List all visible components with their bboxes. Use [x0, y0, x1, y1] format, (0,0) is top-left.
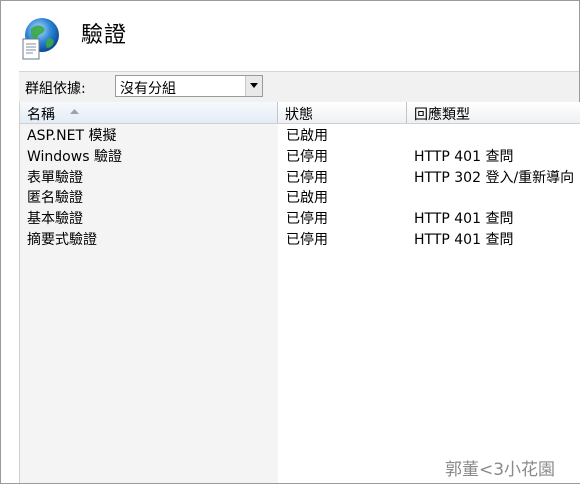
item-name: 匿名驗證 — [27, 190, 83, 207]
group-by-value: 沒有分組 — [120, 81, 176, 97]
item-response-type: HTTP 401 查問 — [414, 148, 514, 165]
list-item[interactable]: ASP.NET 模擬 已啟用 — [20, 124, 580, 145]
column-header-name[interactable]: 名稱 — [20, 102, 278, 123]
item-name: ASP.NET 模擬 — [27, 128, 117, 144]
page-title: 驗證 — [81, 23, 128, 48]
item-status: 已停用 — [286, 148, 328, 165]
column-header-response-label: 回應類型 — [414, 107, 470, 123]
item-name: 摘要式驗證 — [27, 231, 97, 248]
watermark-text: 郭董<3小花園 — [445, 460, 556, 480]
authentication-list[interactable]: 名稱 狀態 回應類型 ASP.NET 模擬 已啟用 Windows 驗證 已停用… — [19, 102, 580, 483]
list-item[interactable]: 匿名驗證 已啟用 — [20, 186, 580, 207]
page-header: 驗證 — [1, 1, 579, 67]
list-rows: ASP.NET 模擬 已啟用 Windows 驗證 已停用 HTTP 401 查… — [20, 124, 580, 249]
item-name: Windows 驗證 — [27, 148, 122, 165]
list-item[interactable]: 摘要式驗證 已停用 HTTP 401 查問 — [20, 228, 580, 249]
item-name: 基本驗證 — [27, 211, 83, 228]
column-header-status[interactable]: 狀態 — [278, 102, 407, 123]
list-item[interactable]: 基本驗證 已停用 HTTP 401 查問 — [20, 207, 580, 228]
globe-document-icon — [17, 15, 63, 61]
column-header-name-label: 名稱 — [27, 107, 55, 123]
group-by-label: 群組依據: — [25, 81, 86, 97]
item-status: 已停用 — [286, 231, 328, 248]
chevron-down-icon[interactable] — [245, 76, 262, 96]
item-response-type: HTTP 302 登入/重新導向 — [414, 169, 575, 186]
item-response-type: HTTP 401 查問 — [414, 211, 514, 228]
column-header-status-label: 狀態 — [285, 107, 313, 123]
item-status: 已停用 — [286, 211, 328, 228]
list-item[interactable]: 表單驗證 已停用 HTTP 302 登入/重新導向 — [20, 166, 580, 187]
column-header-response-type[interactable]: 回應類型 — [407, 102, 580, 123]
group-by-dropdown[interactable]: 沒有分組 — [115, 75, 263, 97]
column-header-row: 名稱 狀態 回應類型 — [20, 102, 580, 124]
item-response-type: HTTP 401 查問 — [414, 231, 514, 248]
group-by-toolbar: 群組依據: 沒有分組 — [19, 71, 579, 103]
authentication-panel: 驗證 群組依據: 沒有分組 名稱 狀態 回應類型 ASP.NET 模擬 已啟用 … — [0, 0, 580, 484]
sort-ascending-icon — [70, 109, 79, 114]
item-status: 已停用 — [286, 169, 328, 186]
item-name: 表單驗證 — [27, 169, 83, 186]
item-status: 已啟用 — [286, 190, 328, 207]
list-item[interactable]: Windows 驗證 已停用 HTTP 401 查問 — [20, 145, 580, 166]
item-status: 已啟用 — [286, 128, 328, 144]
